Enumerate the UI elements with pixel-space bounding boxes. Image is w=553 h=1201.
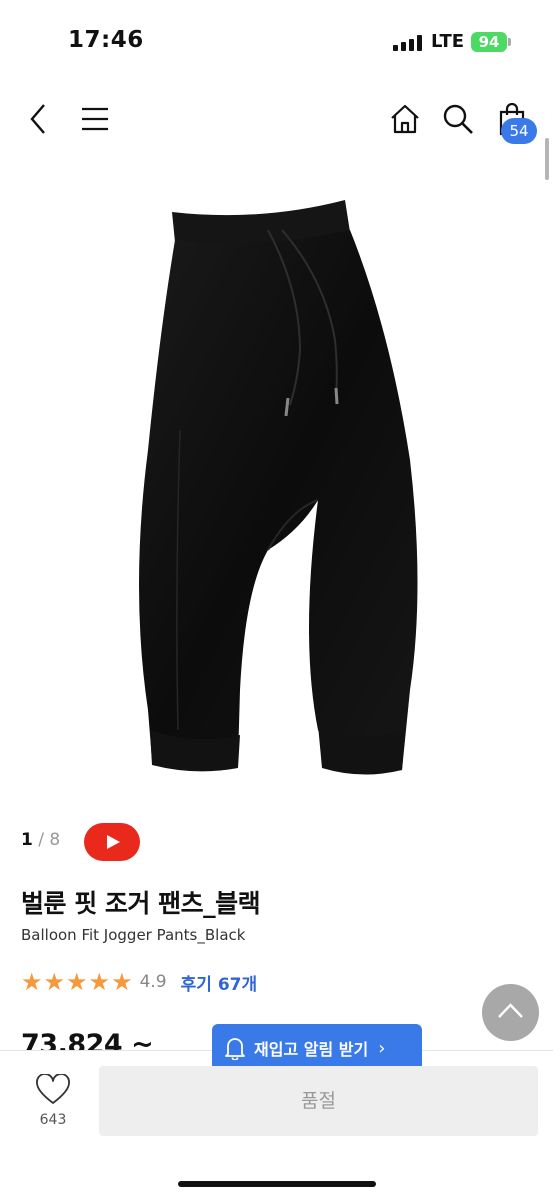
gallery-separator: / bbox=[32, 830, 50, 850]
star-rating: ★★★★★ bbox=[21, 970, 134, 994]
chevron-up-icon bbox=[498, 1003, 523, 1018]
gallery-pager: 1 / 8 bbox=[21, 830, 60, 850]
scroll-top-button[interactable] bbox=[482, 984, 539, 1041]
jogger-pants-image bbox=[139, 200, 418, 775]
status-bar: 17:46 LTE 94 bbox=[0, 0, 553, 80]
heart-icon bbox=[36, 1073, 70, 1104]
product-image[interactable] bbox=[0, 170, 553, 810]
gallery-current: 1 bbox=[21, 830, 33, 850]
product-subtitle: Balloon Fit Jogger Pants_Black bbox=[21, 926, 246, 944]
wishlist-count: 643 bbox=[39, 1112, 67, 1128]
menu-icon bbox=[82, 107, 108, 131]
wishlist-button[interactable]: 643 bbox=[28, 1072, 78, 1136]
home-button[interactable] bbox=[382, 90, 428, 148]
top-nav bbox=[0, 90, 553, 150]
gallery-total: 8 bbox=[49, 830, 61, 850]
star-icon: ★ bbox=[21, 968, 43, 996]
star-icon: ★ bbox=[66, 968, 88, 996]
home-icon bbox=[391, 104, 419, 134]
status-time: 17:46 bbox=[68, 27, 144, 53]
home-indicator bbox=[178, 1181, 376, 1187]
reviews-link[interactable]: 후기 67개 bbox=[181, 970, 258, 995]
battery-icon: 94 bbox=[471, 32, 507, 52]
network-type: LTE bbox=[431, 31, 465, 52]
battery-tip bbox=[508, 38, 511, 46]
signal-icon bbox=[393, 35, 423, 51]
sold-out-button[interactable]: 품절 bbox=[99, 1066, 538, 1136]
rating-row: ★★★★★ 4.9 후기 67개 bbox=[21, 969, 257, 995]
star-icon: ★ bbox=[111, 968, 133, 996]
search-icon bbox=[443, 104, 473, 134]
cart-count-badge: 54 bbox=[501, 118, 537, 144]
back-button[interactable] bbox=[16, 90, 62, 148]
search-button[interactable] bbox=[435, 90, 481, 148]
bell-icon bbox=[225, 1038, 245, 1060]
price: 73,824 ~ 96,000 bbox=[21, 1030, 154, 1050]
rating-value: 4.9 bbox=[139, 972, 167, 992]
menu-button[interactable] bbox=[72, 90, 118, 148]
star-icon: ★ bbox=[88, 968, 111, 996]
product-title: 벌룬 핏 조거 팬츠_블랙 bbox=[21, 889, 261, 918]
restock-alert-button[interactable]: 재입고 알림 받기 › bbox=[212, 1024, 422, 1072]
chevron-right-icon: › bbox=[378, 1037, 386, 1059]
restock-alert-label: 재입고 알림 받기 bbox=[254, 1040, 369, 1059]
star-icon: ★ bbox=[43, 968, 66, 996]
play-video-button[interactable] bbox=[84, 823, 140, 861]
back-icon bbox=[30, 104, 45, 134]
